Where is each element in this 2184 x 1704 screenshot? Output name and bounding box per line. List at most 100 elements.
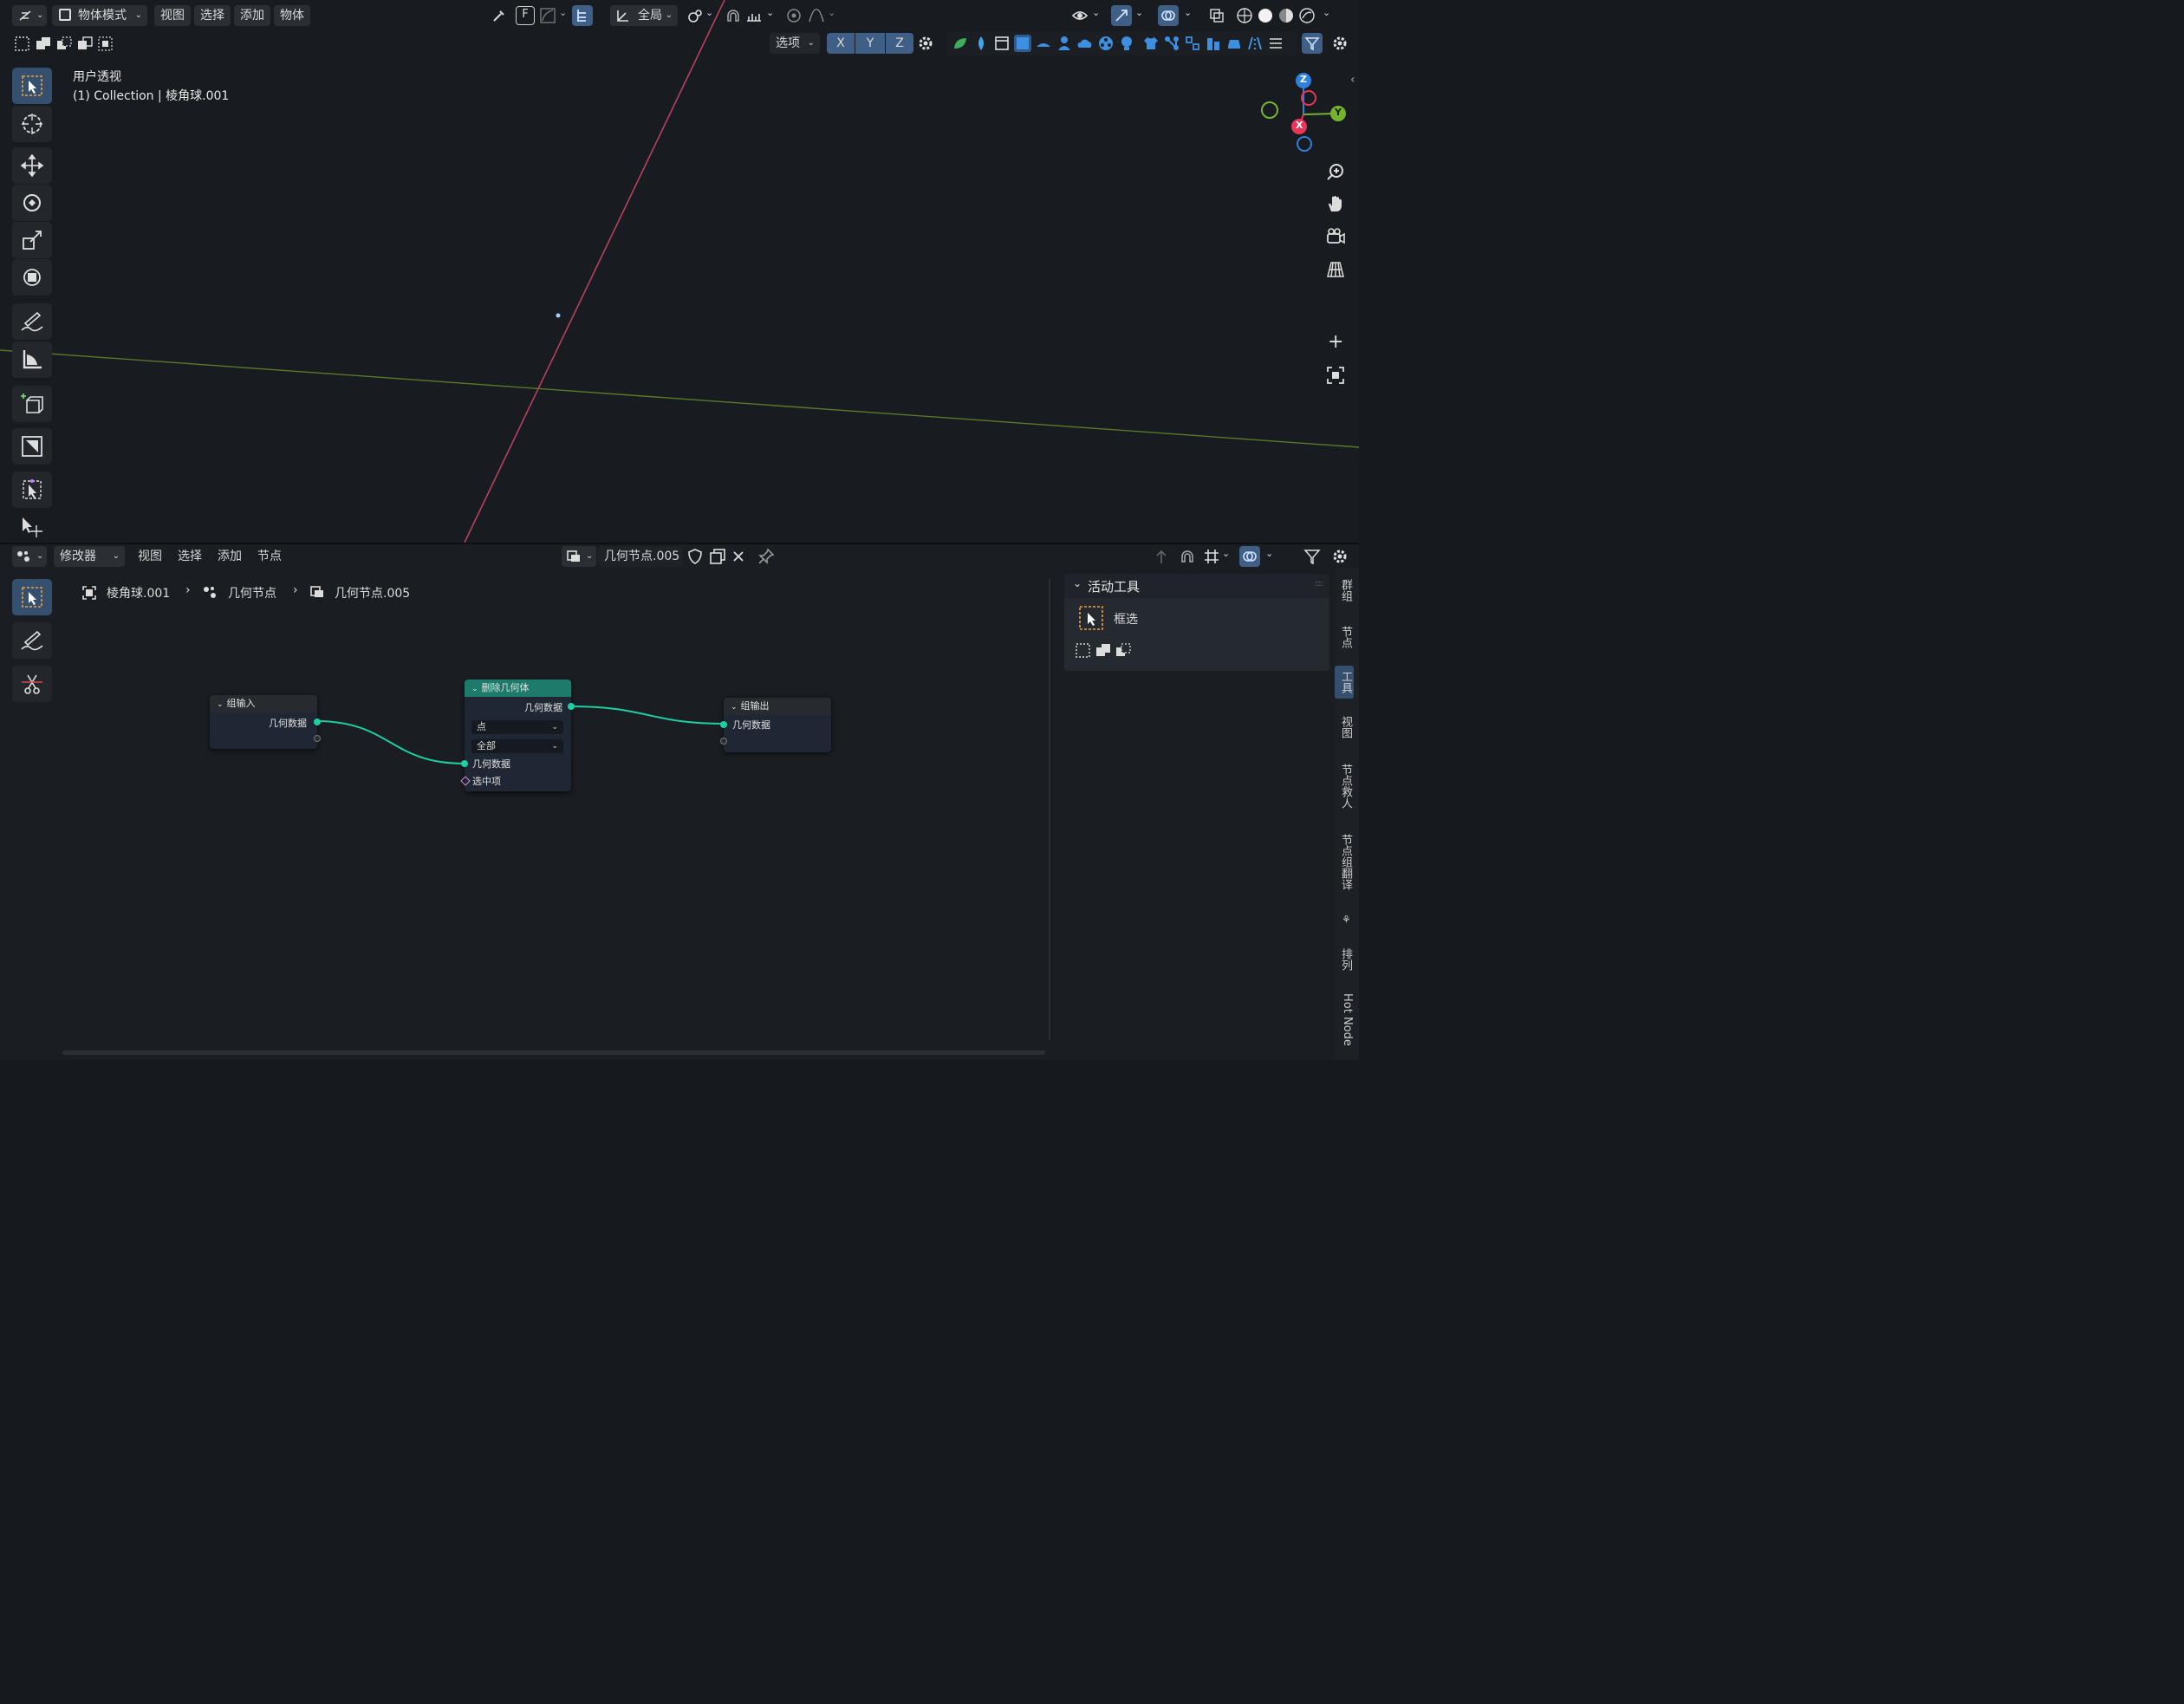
active-tool-panel-header[interactable]: ⌄ 活动工具 ::::	[1064, 574, 1329, 598]
falloff-icon[interactable]	[808, 7, 825, 24]
node-group-input[interactable]: ⌄ 组输入 几何数据	[210, 695, 321, 749]
film-icon[interactable]	[1097, 35, 1115, 52]
snap-key-button[interactable]: F	[516, 6, 535, 25]
parent-node-tree-icon[interactable]	[1153, 548, 1170, 565]
group-input-empty-socket[interactable]	[314, 735, 321, 742]
visibility-icon[interactable]	[1071, 7, 1089, 24]
delete-geometry-input-socket[interactable]	[461, 760, 468, 767]
building-icon[interactable]	[1205, 35, 1222, 52]
tool-move[interactable]	[12, 147, 52, 184]
menu-object[interactable]: 物体	[274, 5, 310, 26]
tool-cursor[interactable]	[12, 106, 52, 142]
mirror-y-button[interactable]: Y	[855, 33, 885, 54]
tab-node-rescue[interactable]: 节点救人	[1335, 764, 1354, 809]
tool-shear[interactable]	[12, 472, 52, 508]
delete-mode-dropdown[interactable]: 全部 ⌄	[471, 739, 563, 753]
select-subtract-icon[interactable]	[55, 35, 73, 52]
tool-settings-gear-icon[interactable]	[917, 35, 934, 52]
mirror-z-button[interactable]: Z	[886, 33, 913, 54]
gizmo-toggle-icon[interactable]	[1111, 5, 1132, 26]
menu-view[interactable]: 视图	[154, 5, 191, 26]
proportional-edit-icon[interactable]	[785, 7, 803, 24]
cloud-icon[interactable]	[1076, 35, 1094, 52]
mode-dropdown[interactable]: 物体模式 ⌄	[52, 5, 147, 26]
tab-hot-node[interactable]: Hot Node	[1335, 993, 1354, 1046]
shading-wireframe-icon[interactable]	[1236, 7, 1253, 24]
select-extend-icon[interactable]	[35, 35, 52, 52]
panel-drag-handle-icon[interactable]: ::::	[1315, 579, 1324, 589]
node-snap-icon[interactable]	[1179, 548, 1196, 565]
tab-extra-icon[interactable]: ⚘	[1342, 914, 1351, 926]
sidebar-divider[interactable]	[1049, 579, 1050, 1040]
list-icon[interactable]	[1267, 35, 1284, 52]
group-output-empty-socket[interactable]	[720, 738, 727, 745]
node-group-output[interactable]: ⌄ 组输出 几何数据	[720, 698, 831, 752]
node-editor-hscrollbar[interactable]	[62, 1050, 1045, 1055]
tool-transform[interactable]	[12, 259, 52, 296]
eyedropper-icon[interactable]	[491, 7, 508, 24]
tab-arrange[interactable]: 排列	[1335, 948, 1354, 971]
zoom-icon[interactable]	[1326, 162, 1345, 181]
collapse-arrow-icon[interactable]: ‹	[1350, 73, 1355, 87]
node-editor-area[interactable]: ⌄ 修改器 ⌄ 视图 选择 添加 节点 ⌄ 几何节点.005 ⌄ ⌄ 棱角球.0…	[0, 544, 1359, 1060]
editor-type-button[interactable]: ⌄	[12, 5, 47, 26]
tab-group[interactable]: 群组	[1335, 579, 1354, 602]
puzzle-icon[interactable]	[1184, 35, 1201, 52]
curve-icon[interactable]	[539, 7, 556, 24]
snap-magnet-icon[interactable]	[725, 7, 742, 24]
overlays-icon[interactable]	[1158, 5, 1179, 26]
tool-scale[interactable]	[12, 222, 52, 258]
sidebar-select-subtract-icon[interactable]	[1115, 641, 1132, 659]
tab-view[interactable]: 视图	[1335, 716, 1354, 738]
tab-node[interactable]: 节点	[1335, 626, 1354, 648]
tool-select-box[interactable]	[12, 68, 52, 104]
pan-hand-icon[interactable]	[1326, 194, 1345, 213]
viewport-area[interactable]: ⌄ 物体模式 ⌄ 视图 选择 添加 物体 F ⌄ 全局 ⌄ ⌄ ⌄ ⌄ ⌄ ⌄ …	[0, 0, 1359, 543]
node-overlays-icon[interactable]	[1239, 546, 1260, 567]
water-drop-icon[interactable]	[972, 35, 990, 52]
node-delete-geometry[interactable]: ⌄ 删除几何体 几何数据 点 ⌄ 全部 ⌄ 几何数据 选中项	[460, 680, 575, 791]
pivot-icon[interactable]	[686, 7, 704, 24]
tool-inset[interactable]	[12, 428, 52, 465]
select-invert-icon[interactable]	[76, 35, 94, 52]
delete-geometry-output-socket[interactable]	[568, 703, 575, 710]
node-settings-gear-icon[interactable]	[1331, 548, 1349, 565]
car-icon[interactable]	[1225, 35, 1243, 52]
snap-increment-icon[interactable]	[745, 7, 763, 24]
active-tool-icon[interactable]	[1079, 606, 1103, 630]
select-intersect-icon[interactable]	[97, 35, 114, 52]
tool-add-cube[interactable]	[12, 386, 52, 422]
menu-add[interactable]: 添加	[234, 5, 270, 26]
node-snap-grid-icon[interactable]	[1203, 548, 1220, 565]
menu-select[interactable]: 选择	[194, 5, 231, 26]
shirt-icon[interactable]	[1142, 35, 1160, 52]
navigation-gizmo[interactable]: Z Y X	[1255, 69, 1350, 156]
node-filter-icon[interactable]	[1303, 548, 1321, 565]
sidebar-select-new-icon[interactable]	[1075, 641, 1092, 659]
shading-material-icon[interactable]	[1277, 7, 1295, 24]
molecule-icon[interactable]	[1163, 35, 1180, 52]
leaf-icon[interactable]	[952, 35, 969, 52]
outliner-sync-icon[interactable]	[572, 5, 593, 26]
select-new-icon[interactable]	[14, 35, 31, 52]
tab-tool[interactable]: 工具	[1335, 666, 1354, 699]
shading-solid-icon[interactable]	[1257, 7, 1274, 24]
options-dropdown[interactable]: 选项 ⌄	[770, 33, 820, 54]
tool-measure[interactable]	[12, 341, 52, 378]
window-icon[interactable]	[993, 35, 1011, 52]
filter-icon[interactable]	[1302, 33, 1323, 54]
road-icon[interactable]	[1246, 35, 1264, 52]
tool-select-move[interactable]	[17, 515, 49, 541]
tool-rotate[interactable]	[12, 185, 52, 221]
image-icon[interactable]	[1014, 35, 1031, 52]
group-input-geometry-socket[interactable]	[314, 719, 321, 725]
camera-icon[interactable]	[1326, 227, 1345, 246]
shading-rendered-icon[interactable]	[1298, 7, 1316, 24]
sidebar-select-extend-icon[interactable]	[1095, 641, 1112, 659]
settings-gear-icon[interactable]	[1331, 35, 1349, 52]
tool-annotate[interactable]	[12, 303, 52, 340]
add-icon[interactable]: +	[1328, 331, 1343, 353]
light-bulb-icon[interactable]	[1118, 35, 1135, 52]
mesh-grid-icon[interactable]	[1035, 35, 1052, 52]
mirror-x-button[interactable]: X	[827, 33, 855, 54]
